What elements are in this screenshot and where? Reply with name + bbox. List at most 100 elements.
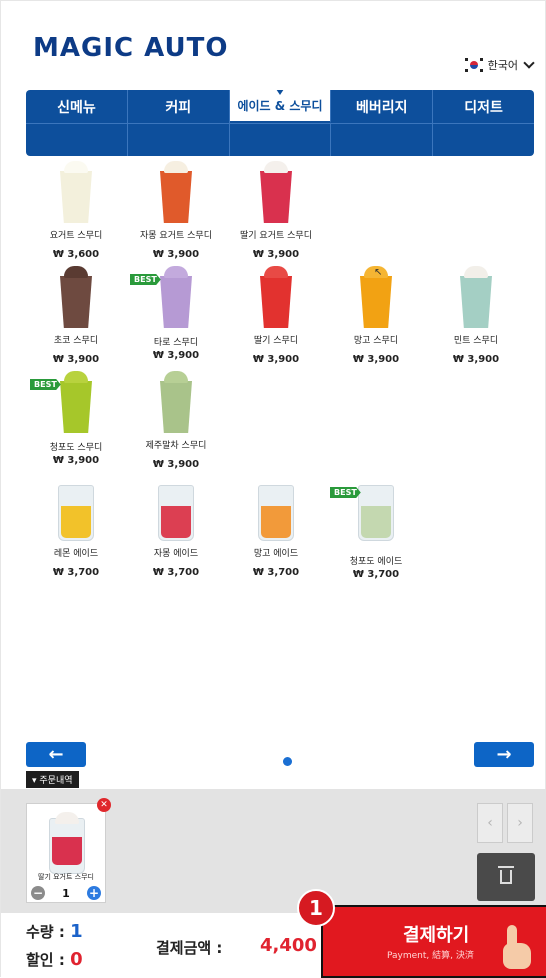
product-item[interactable]: 요거트 스무디 ₩ 3,600: [26, 161, 126, 260]
brand-logo: MAGIC AUTO: [33, 33, 229, 63]
quantity-stepper: − 1 +: [31, 886, 101, 900]
product-image: [158, 371, 194, 433]
product-price: ₩ 3,900: [252, 354, 300, 365]
product-name: 자몽 요거트 스무디: [140, 231, 212, 241]
product-name: 초코 스무디: [53, 336, 99, 346]
quantity-label: 수량 :: [26, 923, 65, 941]
discount-summary: 할인 : 0: [26, 949, 83, 970]
tab-coffee[interactable]: 커피: [128, 90, 230, 123]
pay-button[interactable]: 결제하기 Payment, 結算, 決済: [321, 905, 546, 978]
pointing-hand-icon: [499, 925, 533, 971]
order-next-button[interactable]: ›: [507, 803, 533, 843]
quantity-total: 1: [70, 921, 83, 942]
prev-page-button[interactable]: ←: [26, 742, 86, 767]
product-image: [458, 266, 494, 328]
product-item[interactable]: BEST 타로 스무디 ₩ 3,900: [126, 266, 226, 361]
step-badge: 1: [297, 889, 335, 927]
kiosk-screen: MAGIC AUTO 한국어 신메뉴 커피 에이드 & 스무디 베버리지 디저트: [0, 0, 546, 978]
subcategory-slot: [230, 124, 332, 156]
order-tray: ✕ 딸기 요거트 스무디 − 1 + ‹ ›: [1, 789, 546, 913]
product-price: ₩ 3,600: [52, 249, 100, 260]
tab-ade-smoothie[interactable]: 에이드 & 스무디: [229, 90, 332, 123]
product-price: ₩ 3,900: [252, 249, 300, 260]
product-price: ₩ 3,900: [152, 350, 200, 361]
payment-amount-value: 4,400: [260, 935, 317, 956]
product-price: ₩ 3,700: [152, 567, 200, 578]
product-image: [258, 161, 294, 223]
product-image: [58, 161, 94, 223]
discount-label: 할인 :: [26, 951, 65, 969]
product-item[interactable]: 제주말차 스무디 ₩ 3,900: [126, 371, 226, 470]
decrease-quantity-button[interactable]: −: [31, 886, 45, 900]
tab-new-menu[interactable]: 신메뉴: [26, 90, 128, 123]
best-badge: BEST: [30, 379, 61, 390]
subcategory-row: [26, 123, 534, 156]
best-badge: BEST: [330, 487, 361, 498]
product-price: ₩ 3,700: [52, 567, 100, 578]
product-item[interactable]: 자몽 요거트 스무디 ₩ 3,900: [126, 161, 226, 260]
product-image: [258, 266, 294, 328]
product-item[interactable]: BEST 청포도 스무디 ₩ 3,900: [26, 371, 126, 466]
product-image: [358, 479, 394, 541]
mouse-cursor-icon: ↖: [374, 267, 383, 278]
product-name: 딸기 스무디: [253, 336, 299, 346]
checkout-footer: 수량 : 1 할인 : 0 결제금액 : 4,400 결제하기 Payment,…: [1, 905, 546, 978]
product-item[interactable]: BEST 청포도 에이드 ₩ 3,700: [326, 479, 426, 580]
order-item-image: [49, 812, 85, 874]
product-item[interactable]: 자몽 에이드 ₩ 3,700: [126, 479, 226, 578]
tab-dessert[interactable]: 디저트: [433, 90, 534, 123]
product-name: 딸기 요거트 스무디: [240, 231, 312, 241]
tab-beverage[interactable]: 베버리지: [331, 90, 434, 123]
discount-value: 0: [70, 949, 83, 970]
product-name: 자몽 에이드: [153, 549, 199, 559]
increase-quantity-button[interactable]: +: [87, 886, 101, 900]
order-item-card: ✕ 딸기 요거트 스무디 − 1 +: [26, 798, 111, 903]
product-price: ₩ 3,900: [52, 354, 100, 365]
language-selector[interactable]: 한국어: [464, 57, 535, 73]
product-image: [258, 479, 294, 541]
product-price: ₩ 3,900: [452, 354, 500, 365]
product-name: 제주말차 스무디: [145, 441, 207, 451]
page-indicator-dot: [283, 757, 292, 766]
subcategory-slot: [26, 124, 128, 156]
product-price: ₩ 3,900: [152, 249, 200, 260]
product-name: 청포도 스무디: [49, 443, 103, 453]
pay-button-sublabel: Payment, 結算, 決済: [387, 951, 474, 961]
order-item-name: 딸기 요거트 스무디: [38, 873, 94, 881]
product-name: 망고 에이드: [253, 549, 299, 559]
product-image: [58, 479, 94, 541]
product-price: ₩ 3,900: [152, 459, 200, 470]
product-item[interactable]: 초코 스무디 ₩ 3,900: [26, 266, 126, 365]
product-name: 민트 스무디: [453, 336, 499, 346]
product-price: ₩ 3,900: [52, 455, 100, 466]
order-history-tag[interactable]: ▾ 주문내역: [26, 771, 79, 788]
product-item[interactable]: 망고 스무디 ₩ 3,900: [326, 266, 426, 365]
product-name: 레몬 에이드: [53, 549, 99, 559]
next-page-button[interactable]: →: [474, 742, 534, 767]
product-image: [158, 161, 194, 223]
category-nav: 신메뉴 커피 에이드 & 스무디 베버리지 디저트: [26, 90, 534, 156]
product-image: [58, 266, 94, 328]
remove-item-button[interactable]: ✕: [97, 798, 111, 812]
product-item[interactable]: 레몬 에이드 ₩ 3,700: [26, 479, 126, 578]
product-price: ₩ 3,700: [252, 567, 300, 578]
product-item[interactable]: 딸기 스무디 ₩ 3,900: [226, 266, 326, 365]
order-history-label: 주문내역: [39, 776, 73, 786]
subcategory-slot: [433, 124, 534, 156]
product-item[interactable]: 딸기 요거트 스무디 ₩ 3,900: [226, 161, 326, 260]
language-label: 한국어: [487, 59, 518, 72]
clear-order-button[interactable]: [477, 853, 535, 901]
product-item[interactable]: 민트 스무디 ₩ 3,900: [426, 266, 526, 365]
subcategory-slot: [128, 124, 230, 156]
best-badge: BEST: [130, 274, 161, 285]
product-item[interactable]: 망고 에이드 ₩ 3,700: [226, 479, 326, 578]
active-tab-indicator-icon: [275, 90, 284, 95]
product-name: 청포도 에이드: [349, 557, 403, 567]
product-price: ₩ 3,700: [352, 569, 400, 580]
product-name: 망고 스무디: [353, 336, 399, 346]
order-prev-button[interactable]: ‹: [477, 803, 503, 843]
product-name: 타로 스무디: [153, 338, 199, 348]
pay-button-label: 결제하기: [403, 925, 470, 946]
tab-ade-smoothie-label: 에이드 & 스무디: [237, 99, 323, 113]
product-image: [158, 479, 194, 541]
